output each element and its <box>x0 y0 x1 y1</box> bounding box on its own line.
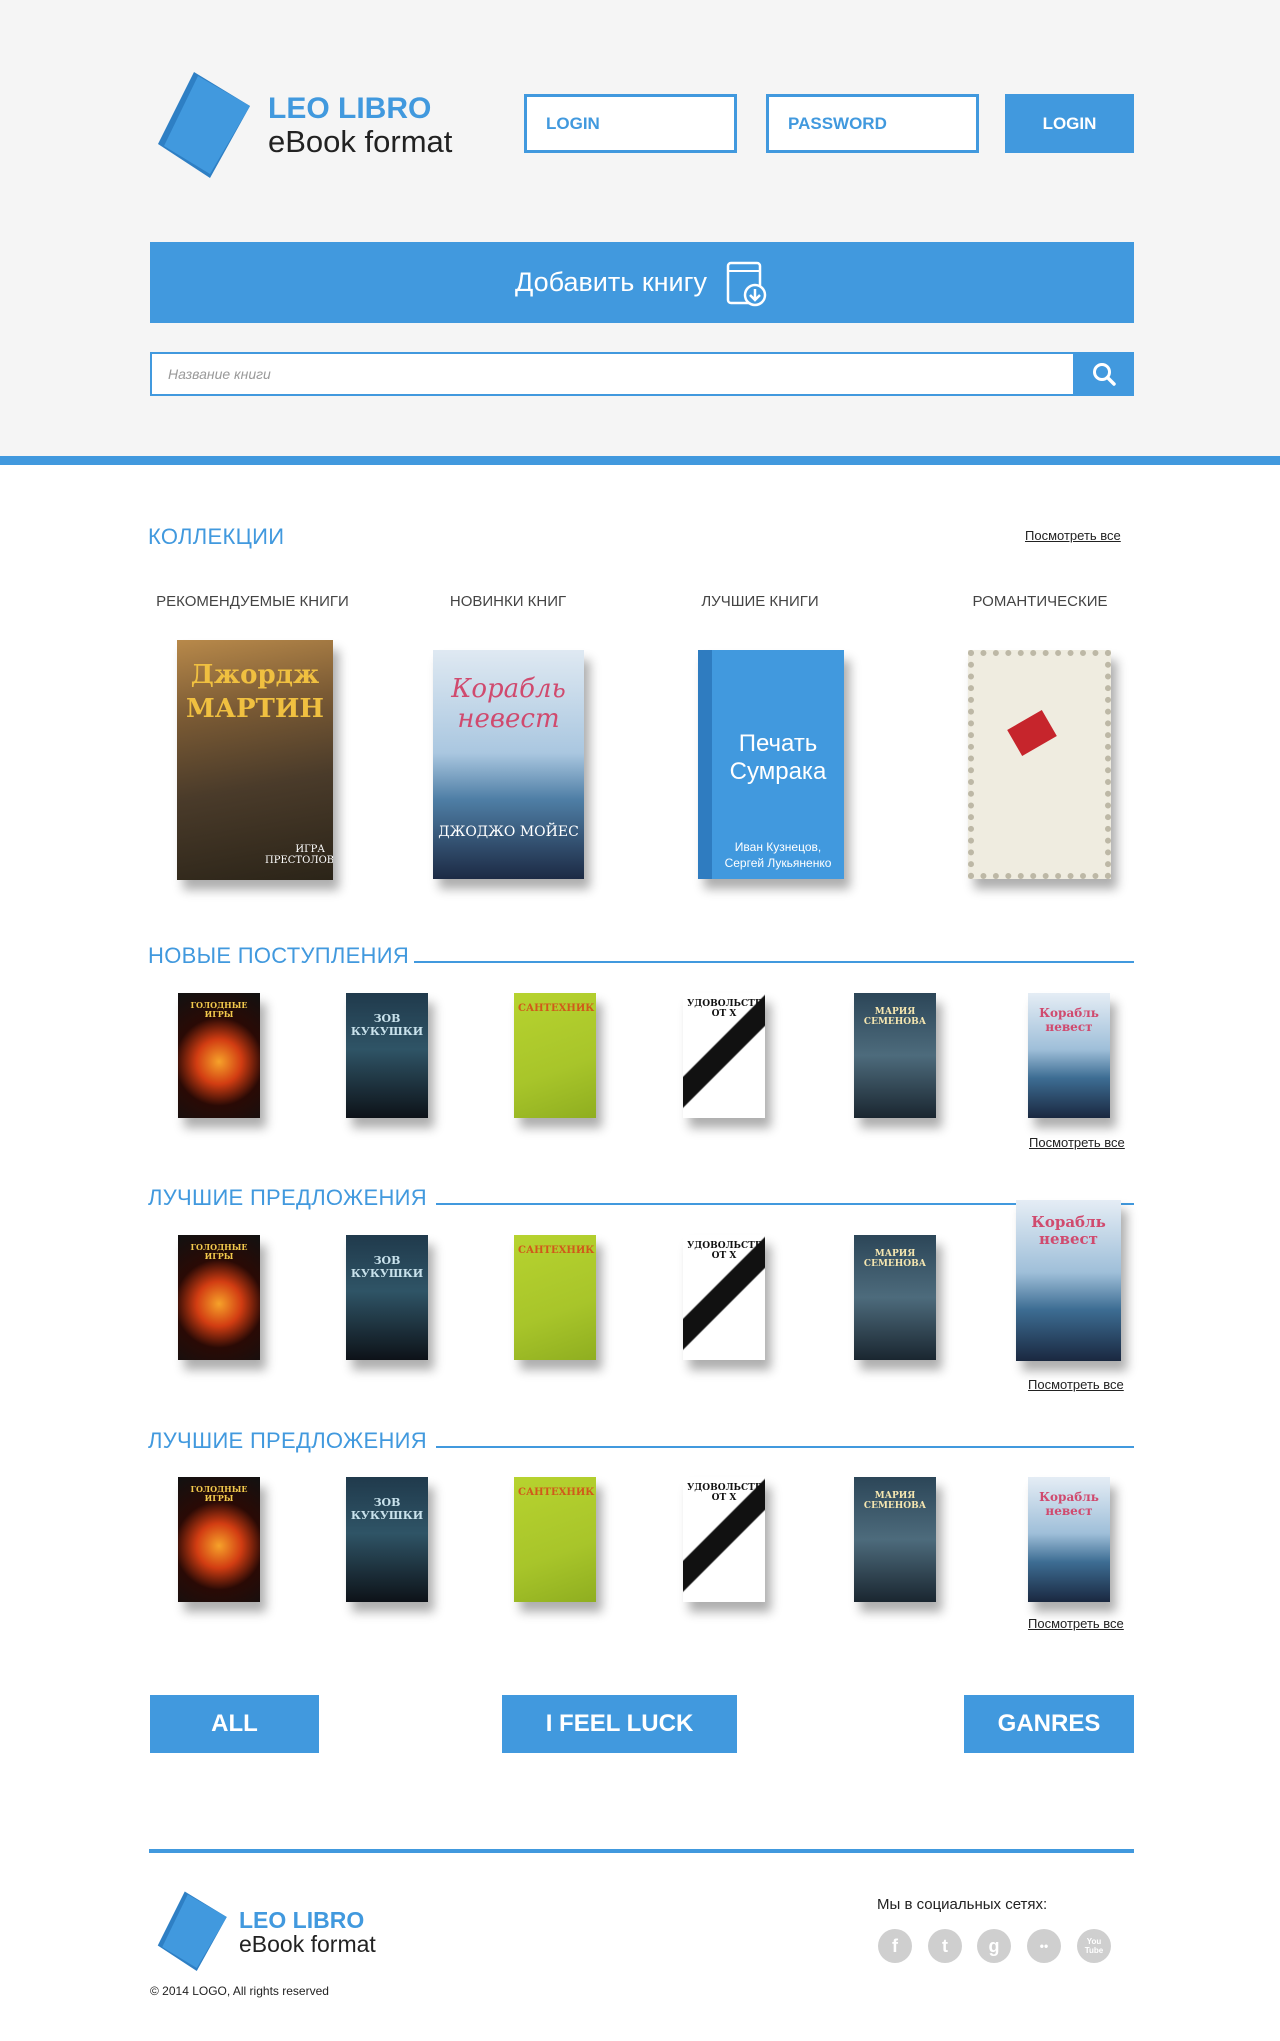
collection-label-best[interactable]: ЛУЧШИЕ КНИГИ <box>660 593 860 610</box>
book-cover-plumber[interactable]: САНТЕХНИК <box>514 1477 596 1602</box>
footer-logo[interactable]: LEO LIBRO eBook format <box>150 1887 410 1971</box>
book-title: ГОЛОДНЫЕ ИГРЫ <box>190 1000 248 1020</box>
facebook-icon[interactable]: f <box>878 1929 912 1963</box>
book-title: ЗОВ КУКУШКИ <box>350 1012 424 1038</box>
search-button[interactable] <box>1073 352 1134 396</box>
book-title: Корабль невест <box>1031 1213 1106 1249</box>
book-title: МАРИЯ СЕМЕНОВА <box>863 1491 927 1512</box>
download-book-icon <box>726 261 767 306</box>
book-cover-cuckoo[interactable]: ЗОВ КУКУШКИ <box>346 1235 428 1360</box>
book-logo-icon <box>158 72 250 178</box>
book-title: Корабль невест <box>1039 1006 1099 1034</box>
password-input[interactable]: PASSWORD <box>766 94 979 153</box>
book-cover-ship[interactable]: Корабль невест <box>1016 1200 1121 1361</box>
collections-see-all-link[interactable]: Посмотреть все <box>1025 528 1121 543</box>
add-book-button[interactable]: Добавить книгу <box>150 242 1134 323</box>
new-arrivals-title: НОВЫЕ ПОСТУПЛЕНИЯ <box>148 943 410 968</box>
search-input[interactable]: Название книги <box>150 352 1075 396</box>
book-title: ЗОВ КУКУШКИ <box>350 1254 424 1280</box>
book-cover-x[interactable]: УДОВОЛЬСТВИЕ ОТ Х <box>683 993 765 1118</box>
new-arrivals-see-all-link[interactable]: Посмотреть все <box>1029 1135 1125 1150</box>
footer-logo-subtitle: eBook format <box>239 1931 376 1957</box>
header-divider <box>0 456 1280 465</box>
youtube-icon[interactable]: You Tube <box>1077 1929 1111 1963</box>
book-title: Корабль невест <box>1039 1490 1099 1518</box>
book-cover-plumber[interactable]: САНТЕХНИК <box>514 993 596 1118</box>
feel-lucky-button[interactable]: I FEEL LUCK <box>502 1695 737 1753</box>
best-offers-2-see-all-link[interactable]: Посмотреть все <box>1028 1616 1124 1631</box>
footer-logo-title: LEO LIBRO <box>239 1907 365 1933</box>
collection-cover-sumrak[interactable]: Печать Сумрака Иван Кузнецов, Сергей Лук… <box>698 650 844 879</box>
book-cover-semenova[interactable]: МАРИЯ СЕМЕНОВА <box>854 993 936 1118</box>
book-cover-x[interactable]: УДОВОЛЬСТВИЕ ОТ Х <box>683 1477 765 1602</box>
book-cover-hunger[interactable]: ГОЛОДНЫЕ ИГРЫ <box>178 1477 260 1602</box>
best-offers-title: ЛУЧШИЕ ПРЕДЛОЖЕНИЯ <box>148 1185 427 1210</box>
book-cover-hunger[interactable]: ГОЛОДНЫЕ ИГРЫ <box>178 993 260 1118</box>
login-input[interactable]: LOGIN <box>524 94 737 153</box>
book-title: МАРИЯ СЕМЕНОВА <box>863 1007 927 1028</box>
book-title: УДОВОЛЬСТВИЕ ОТ Х <box>687 1241 765 1262</box>
book-cover-semenova[interactable]: МАРИЯ СЕМЕНОВА <box>854 1477 936 1602</box>
book-cover-cuckoo[interactable]: ЗОВ КУКУШКИ <box>346 993 428 1118</box>
book-title: ГОЛОДНЫЕ ИГРЫ <box>190 1484 248 1504</box>
book-title: САНТЕХНИК <box>518 1003 595 1014</box>
social-title: Мы в социальных сетях: <box>877 1896 1048 1913</box>
copyright: © 2014 LOGO, All rights reserved <box>150 1984 329 1998</box>
genres-button[interactable]: GANRES <box>964 1695 1134 1753</box>
google-icon[interactable]: g <box>977 1929 1011 1963</box>
book-cover-plumber[interactable]: САНТЕХНИК <box>514 1235 596 1360</box>
logo-title: LEO LIBRO <box>268 92 432 125</box>
book-title: УДОВОЛЬСТВИЕ ОТ Х <box>687 1483 765 1504</box>
book-cover-cuckoo[interactable]: ЗОВ КУКУШКИ <box>346 1477 428 1602</box>
best-offers-2-title: ЛУЧШИЕ ПРЕДЛОЖЕНИЯ <box>148 1428 427 1453</box>
book-cover-ship[interactable]: Корабль невест <box>1028 993 1110 1118</box>
footer-divider <box>149 1849 1134 1853</box>
book-title: САНТЕХНИК <box>518 1245 595 1256</box>
book-cover-ship[interactable]: Корабль невест <box>1028 1477 1110 1602</box>
search-icon <box>1092 363 1116 386</box>
collection-label-new[interactable]: НОВИНКИ КНИГ <box>408 593 608 610</box>
collection-label-romantic[interactable]: РОМАНТИЧЕСКИЕ <box>940 593 1140 610</box>
collection-cover-martin[interactable]: Джордж МАРТИН ИГРА ПРЕСТОЛОВ <box>177 640 333 880</box>
collections-title: КОЛЛЕКЦИИ <box>148 524 285 549</box>
all-button[interactable]: ALL <box>150 1695 319 1753</box>
logo[interactable]: LEO LIBRO eBook format <box>150 66 470 178</box>
best-offers-see-all-link[interactable]: Посмотреть все <box>1028 1377 1124 1392</box>
book-title: САНТЕХНИК <box>518 1487 595 1498</box>
book-title: ГОЛОДНЫЕ ИГРЫ <box>190 1242 248 1262</box>
logo-subtitle: eBook format <box>268 124 453 159</box>
collection-cover-romantic[interactable] <box>968 650 1111 879</box>
cover-tag <box>1007 710 1057 756</box>
book-title: УДОВОЛЬСТВИЕ ОТ Х <box>687 999 765 1020</box>
login-button[interactable]: LOGIN <box>1005 94 1134 153</box>
collection-label-recommended[interactable]: РЕКОМЕНДУЕМЫЕ КНИГИ <box>150 593 355 610</box>
new-arrivals-divider <box>414 961 1134 963</box>
twitter-icon[interactable]: t <box>928 1929 962 1963</box>
book-cover-hunger[interactable]: ГОЛОДНЫЕ ИГРЫ <box>178 1235 260 1360</box>
book-cover-semenova[interactable]: МАРИЯ СЕМЕНОВА <box>854 1235 936 1360</box>
book-cover-x[interactable]: УДОВОЛЬСТВИЕ ОТ Х <box>683 1235 765 1360</box>
flickr-icon[interactable]: •• <box>1027 1929 1061 1963</box>
book-title: МАРИЯ СЕМЕНОВА <box>863 1249 927 1270</box>
header: LEO LIBRO eBook format LOGIN PASSWORD LO… <box>0 0 1280 456</box>
book-logo-icon <box>157 1891 227 1971</box>
best-offers-2-divider <box>436 1446 1134 1448</box>
collection-cover-ship[interactable]: Корабль невест ДЖОДЖО МОЙЕС <box>433 650 584 879</box>
book-title: ЗОВ КУКУШКИ <box>350 1496 424 1522</box>
